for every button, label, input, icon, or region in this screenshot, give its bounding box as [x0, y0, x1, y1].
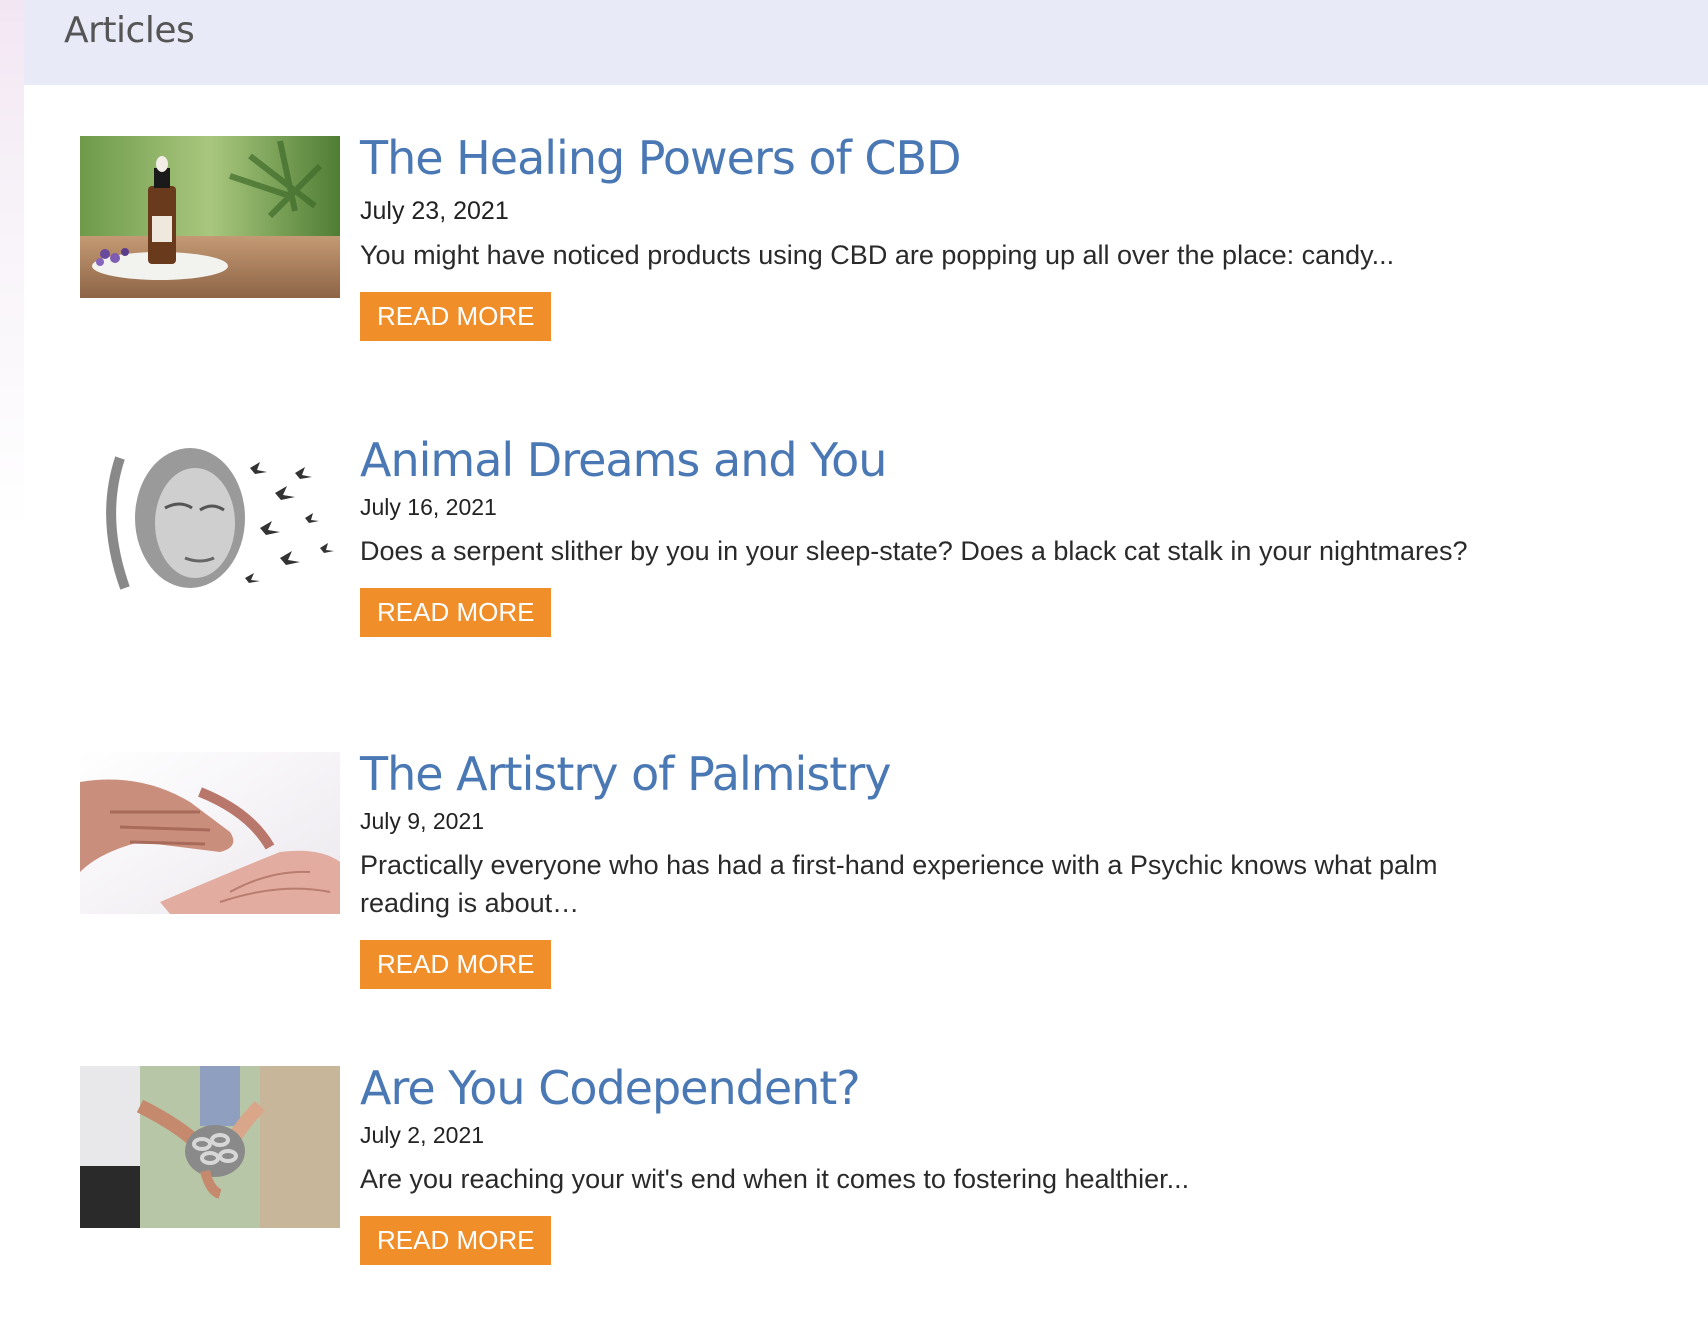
- article-title[interactable]: The Artistry of Palmistry: [360, 746, 1510, 802]
- face-birds-image: [80, 438, 340, 600]
- article-thumbnail-cbd[interactable]: [80, 136, 340, 298]
- article-date: July 16, 2021: [360, 494, 497, 520]
- chained-hands-image: [80, 1066, 340, 1228]
- article-title[interactable]: Animal Dreams and You: [360, 432, 1510, 488]
- cbd-oil-image: [80, 136, 340, 298]
- article-thumbnail-palmistry[interactable]: [80, 752, 340, 914]
- article-thumbnail-codependent[interactable]: [80, 1066, 340, 1228]
- article-title[interactable]: The Healing Powers of CBD: [360, 130, 1510, 186]
- palm-hands-image: [80, 752, 340, 914]
- article-date: July 2, 2021: [360, 1122, 485, 1148]
- articles-header: Articles: [24, 0, 1708, 85]
- article-title[interactable]: Are You Codependent?: [360, 1060, 1510, 1116]
- page-edge-strip: [0, 0, 24, 1322]
- read-more-button[interactable]: READ MORE: [360, 940, 552, 989]
- article-excerpt: Are you reaching your wit's end when it …: [360, 1164, 1190, 1194]
- article-date: July 23, 2021: [360, 197, 509, 225]
- article-excerpt: You might have noticed products using CB…: [360, 240, 1395, 270]
- read-more-button[interactable]: READ MORE: [360, 292, 552, 341]
- article-date: July 9, 2021: [360, 808, 485, 834]
- read-more-button[interactable]: READ MORE: [360, 1216, 552, 1265]
- read-more-button[interactable]: READ MORE: [360, 588, 552, 637]
- article-thumbnail-dreams[interactable]: [80, 438, 340, 600]
- page-title: Articles: [64, 10, 195, 51]
- article-excerpt: Does a serpent slither by you in your sl…: [360, 536, 1468, 566]
- article-excerpt: Practically everyone who has had a first…: [360, 850, 1438, 918]
